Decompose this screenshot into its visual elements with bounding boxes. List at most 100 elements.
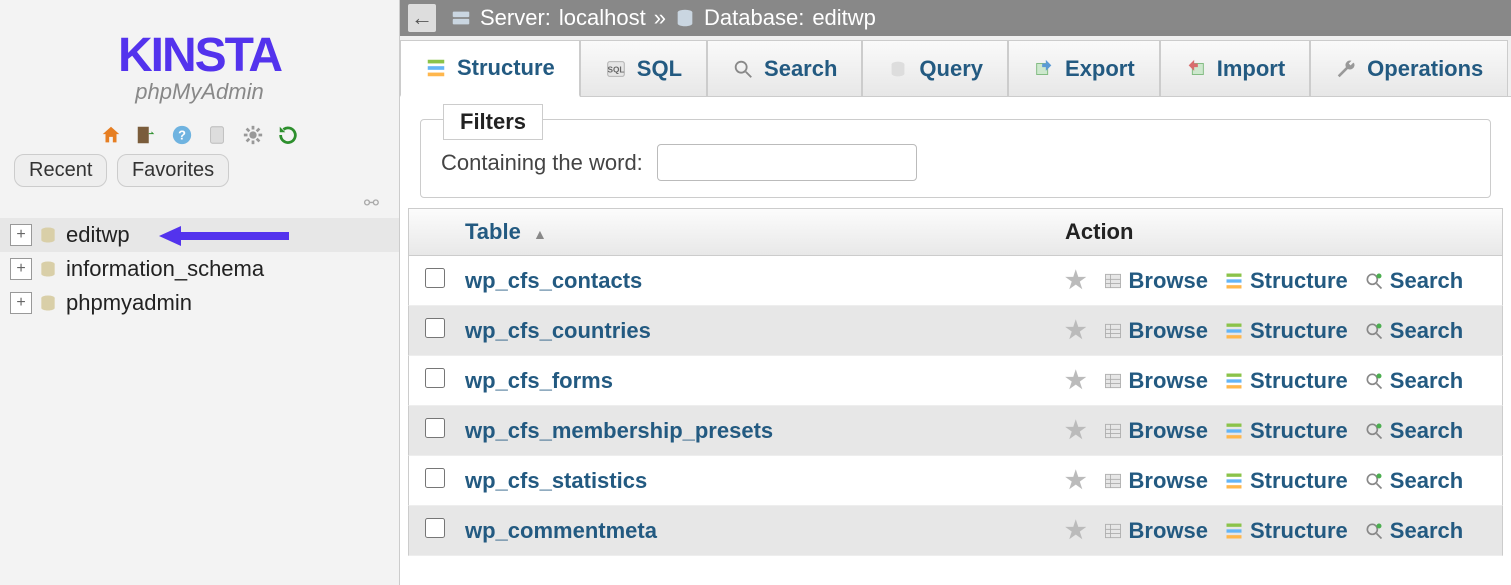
row-checkbox[interactable] — [425, 318, 445, 338]
home-icon[interactable] — [100, 124, 122, 146]
browse-icon — [1103, 371, 1123, 391]
column-table-label: Table — [465, 219, 521, 244]
structure-icon — [1224, 321, 1244, 341]
favorite-star-icon[interactable]: ★ — [1065, 416, 1087, 445]
row-checkbox[interactable] — [425, 518, 445, 538]
table-name-link[interactable]: wp_commentmeta — [465, 518, 657, 543]
column-action: Action — [1065, 219, 1486, 245]
search-action[interactable]: Search — [1364, 468, 1463, 494]
query-icon — [887, 58, 909, 80]
favorite-star-icon[interactable]: ★ — [1065, 266, 1087, 295]
structure-icon — [1224, 471, 1244, 491]
database-icon — [674, 7, 696, 29]
structure-action[interactable]: Structure — [1224, 518, 1348, 544]
filters-label: Containing the word: — [441, 150, 643, 176]
db-name: phpmyadmin — [66, 290, 192, 316]
search-action[interactable]: Search — [1364, 268, 1463, 294]
column-table[interactable]: Table ▲ — [465, 219, 1065, 245]
tab-import[interactable]: Import — [1160, 40, 1310, 96]
tab-query[interactable]: Query — [862, 40, 1008, 96]
tab-structure[interactable]: Structure — [400, 40, 580, 97]
search-action[interactable]: Search — [1364, 368, 1463, 394]
tab-operations[interactable]: Operations — [1310, 40, 1508, 96]
table-row: wp_cfs_countries ★ Browse Structure Search — [408, 306, 1503, 356]
recent-tab[interactable]: Recent — [14, 154, 107, 187]
exit-icon[interactable] — [135, 124, 157, 146]
reload-icon[interactable] — [277, 124, 299, 146]
structure-icon — [1224, 521, 1244, 541]
favorites-tab[interactable]: Favorites — [117, 154, 229, 187]
structure-icon — [425, 57, 447, 79]
svg-text:?: ? — [178, 127, 186, 142]
search-icon — [1364, 321, 1384, 341]
row-checkbox[interactable] — [425, 468, 445, 488]
server-value[interactable]: localhost — [559, 5, 646, 31]
browse-action[interactable]: Browse — [1103, 318, 1208, 344]
browse-action[interactable]: Browse — [1103, 418, 1208, 444]
structure-action[interactable]: Structure — [1224, 468, 1348, 494]
expand-icon[interactable]: + — [10, 224, 32, 246]
table-name-link[interactable]: wp_cfs_membership_presets — [465, 418, 773, 443]
sidebar-tabs: Recent Favorites — [14, 154, 399, 187]
filters-input[interactable] — [657, 144, 917, 181]
doc-icon[interactable] — [206, 124, 228, 146]
search-icon — [1364, 521, 1384, 541]
sidebar: KINSTA phpMyAdmin ? Recent Favorites ⚯ +… — [0, 0, 400, 585]
table-header: Table ▲ Action — [408, 208, 1503, 256]
expand-icon[interactable]: + — [10, 292, 32, 314]
browse-action[interactable]: Browse — [1103, 518, 1208, 544]
database-value[interactable]: editwp — [812, 5, 876, 31]
structure-action[interactable]: Structure — [1224, 418, 1348, 444]
main-panel: ← Server: localhost » Database: editwp S… — [400, 0, 1511, 585]
database-icon — [38, 259, 58, 279]
back-arrow-icon[interactable]: ← — [408, 4, 436, 32]
table-name-link[interactable]: wp_cfs_contacts — [465, 268, 642, 293]
browse-icon — [1103, 271, 1123, 291]
db-item-information_schema[interactable]: +information_schema — [0, 252, 399, 286]
tab-export[interactable]: Export — [1008, 40, 1160, 96]
search-action[interactable]: Search — [1364, 318, 1463, 344]
filters-legend: Filters — [443, 104, 543, 140]
tab-search[interactable]: Search — [707, 40, 862, 96]
favorite-star-icon[interactable]: ★ — [1065, 516, 1087, 545]
row-checkbox[interactable] — [425, 418, 445, 438]
db-name: editwp — [66, 222, 130, 248]
db-item-editwp[interactable]: + editwp — [0, 218, 399, 252]
browse-action[interactable]: Browse — [1103, 368, 1208, 394]
row-checkbox[interactable] — [425, 268, 445, 288]
sort-asc-icon: ▲ — [533, 226, 547, 242]
structure-icon — [1224, 271, 1244, 291]
expand-icon[interactable]: + — [10, 258, 32, 280]
logo: KINSTA phpMyAdmin — [0, 28, 399, 105]
browse-icon — [1103, 471, 1123, 491]
structure-action[interactable]: Structure — [1224, 318, 1348, 344]
database-tree: +editwp+information_schema+phpmyadmin — [0, 218, 399, 320]
browse-action[interactable]: Browse — [1103, 268, 1208, 294]
search-action[interactable]: Search — [1364, 518, 1463, 544]
db-item-phpmyadmin[interactable]: + phpmyadmin — [0, 286, 399, 320]
table-row: wp_cfs_forms ★ Browse Structure Search — [408, 356, 1503, 406]
favorite-star-icon[interactable]: ★ — [1065, 466, 1087, 495]
collapse-icon[interactable]: ⚯ — [0, 193, 399, 214]
table-name-link[interactable]: wp_cfs_forms — [465, 368, 613, 393]
row-checkbox[interactable] — [425, 368, 445, 388]
table-row: wp_cfs_contacts ★ Browse Structure Search — [408, 256, 1503, 306]
gear-icon[interactable] — [242, 124, 264, 146]
help-icon[interactable]: ? — [171, 124, 193, 146]
structure-action[interactable]: Structure — [1224, 368, 1348, 394]
pointer-arrow-icon — [159, 224, 289, 248]
browse-action[interactable]: Browse — [1103, 468, 1208, 494]
tab-structure-label: Structure — [457, 55, 555, 81]
table-name-link[interactable]: wp_cfs_statistics — [465, 468, 647, 493]
search-icon — [1364, 371, 1384, 391]
favorite-star-icon[interactable]: ★ — [1065, 366, 1087, 395]
search-action[interactable]: Search — [1364, 418, 1463, 444]
browse-icon — [1103, 521, 1123, 541]
tab-export-label: Export — [1065, 56, 1135, 82]
import-icon — [1185, 58, 1207, 80]
table-name-link[interactable]: wp_cfs_countries — [465, 318, 651, 343]
structure-action[interactable]: Structure — [1224, 268, 1348, 294]
favorite-star-icon[interactable]: ★ — [1065, 316, 1087, 345]
tab-sql[interactable]: SQL SQL — [580, 40, 707, 96]
tab-import-label: Import — [1217, 56, 1285, 82]
